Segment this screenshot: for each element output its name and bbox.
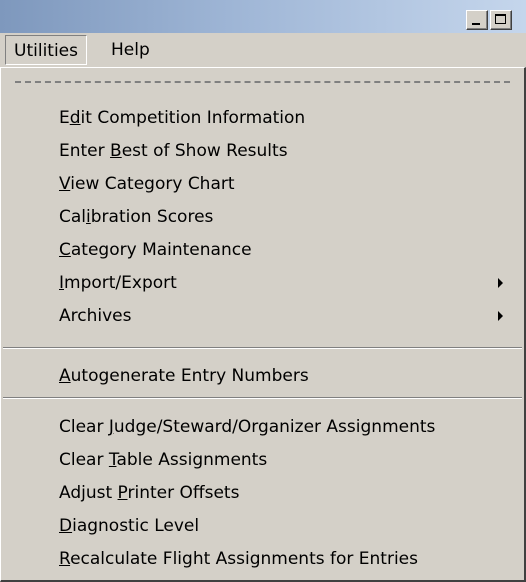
menu-item-recalculate-flight-assignments[interactable]: Recalculate Flight Assignments for Entri… [4, 543, 521, 575]
menu-item-clear-judge-steward-organizer-assignments[interactable]: Clear Judge/Steward/Organizer Assignment… [4, 411, 521, 443]
submenu-arrow-icon [498, 311, 503, 321]
accelerator-key: I [59, 273, 65, 293]
menu-item-adjust-printer-offsets[interactable]: Adjust Printer Offsets [4, 477, 521, 509]
title-bar [0, 0, 526, 33]
minimize-button[interactable] [466, 10, 488, 30]
menu-separator [3, 397, 522, 399]
accelerator-key: U [14, 41, 27, 61]
menu-item-enter-best-of-show-results[interactable]: Enter Best of Show Results [4, 135, 521, 167]
accelerator-key: C [59, 240, 71, 260]
menu-item-edit-competition-information[interactable]: Edit Competition Information [4, 102, 521, 134]
menu-item-archives[interactable]: Archives [4, 300, 521, 332]
utilities-dropdown-menu: Edit Competition Information Enter Best … [0, 67, 526, 582]
menu-item-view-category-chart[interactable]: View Category Chart [4, 168, 521, 200]
accelerator-key: P [117, 483, 128, 503]
accelerator-key: H [111, 40, 124, 60]
window-controls [466, 10, 512, 30]
accelerator-key: T [108, 450, 117, 470]
menu-item-calibration-scores[interactable]: Calibration Scores [4, 201, 521, 233]
accelerator-key: D [59, 516, 73, 536]
accelerator-key: V [59, 174, 71, 194]
minimize-icon [472, 23, 480, 25]
accelerator-key: i [86, 207, 91, 227]
maximize-button[interactable] [490, 10, 512, 30]
accelerator-key: A [59, 366, 71, 386]
tearoff-line[interactable] [15, 81, 510, 83]
menu-utilities[interactable]: Utilities [5, 35, 87, 65]
accelerator-key: R [59, 549, 71, 569]
menu-separator [3, 347, 522, 349]
menu-item-clear-table-assignments[interactable]: Clear Table Assignments [4, 444, 521, 476]
menu-item-autogenerate-entry-numbers[interactable]: Autogenerate Entry Numbers [4, 360, 521, 392]
menu-help[interactable]: Help [103, 35, 158, 65]
menu-item-diagnostic-level[interactable]: Diagnostic Level [4, 510, 521, 542]
menu-bar: Utilities Help [0, 33, 526, 67]
submenu-arrow-icon [498, 278, 503, 288]
maximize-icon [495, 14, 506, 24]
accelerator-key: J [108, 417, 114, 437]
accelerator-key: d [69, 108, 81, 128]
accelerator-key: B [110, 141, 122, 161]
menu-item-import-export[interactable]: Import/Export [4, 267, 521, 299]
menu-item-category-maintenance[interactable]: Category Maintenance [4, 234, 521, 266]
